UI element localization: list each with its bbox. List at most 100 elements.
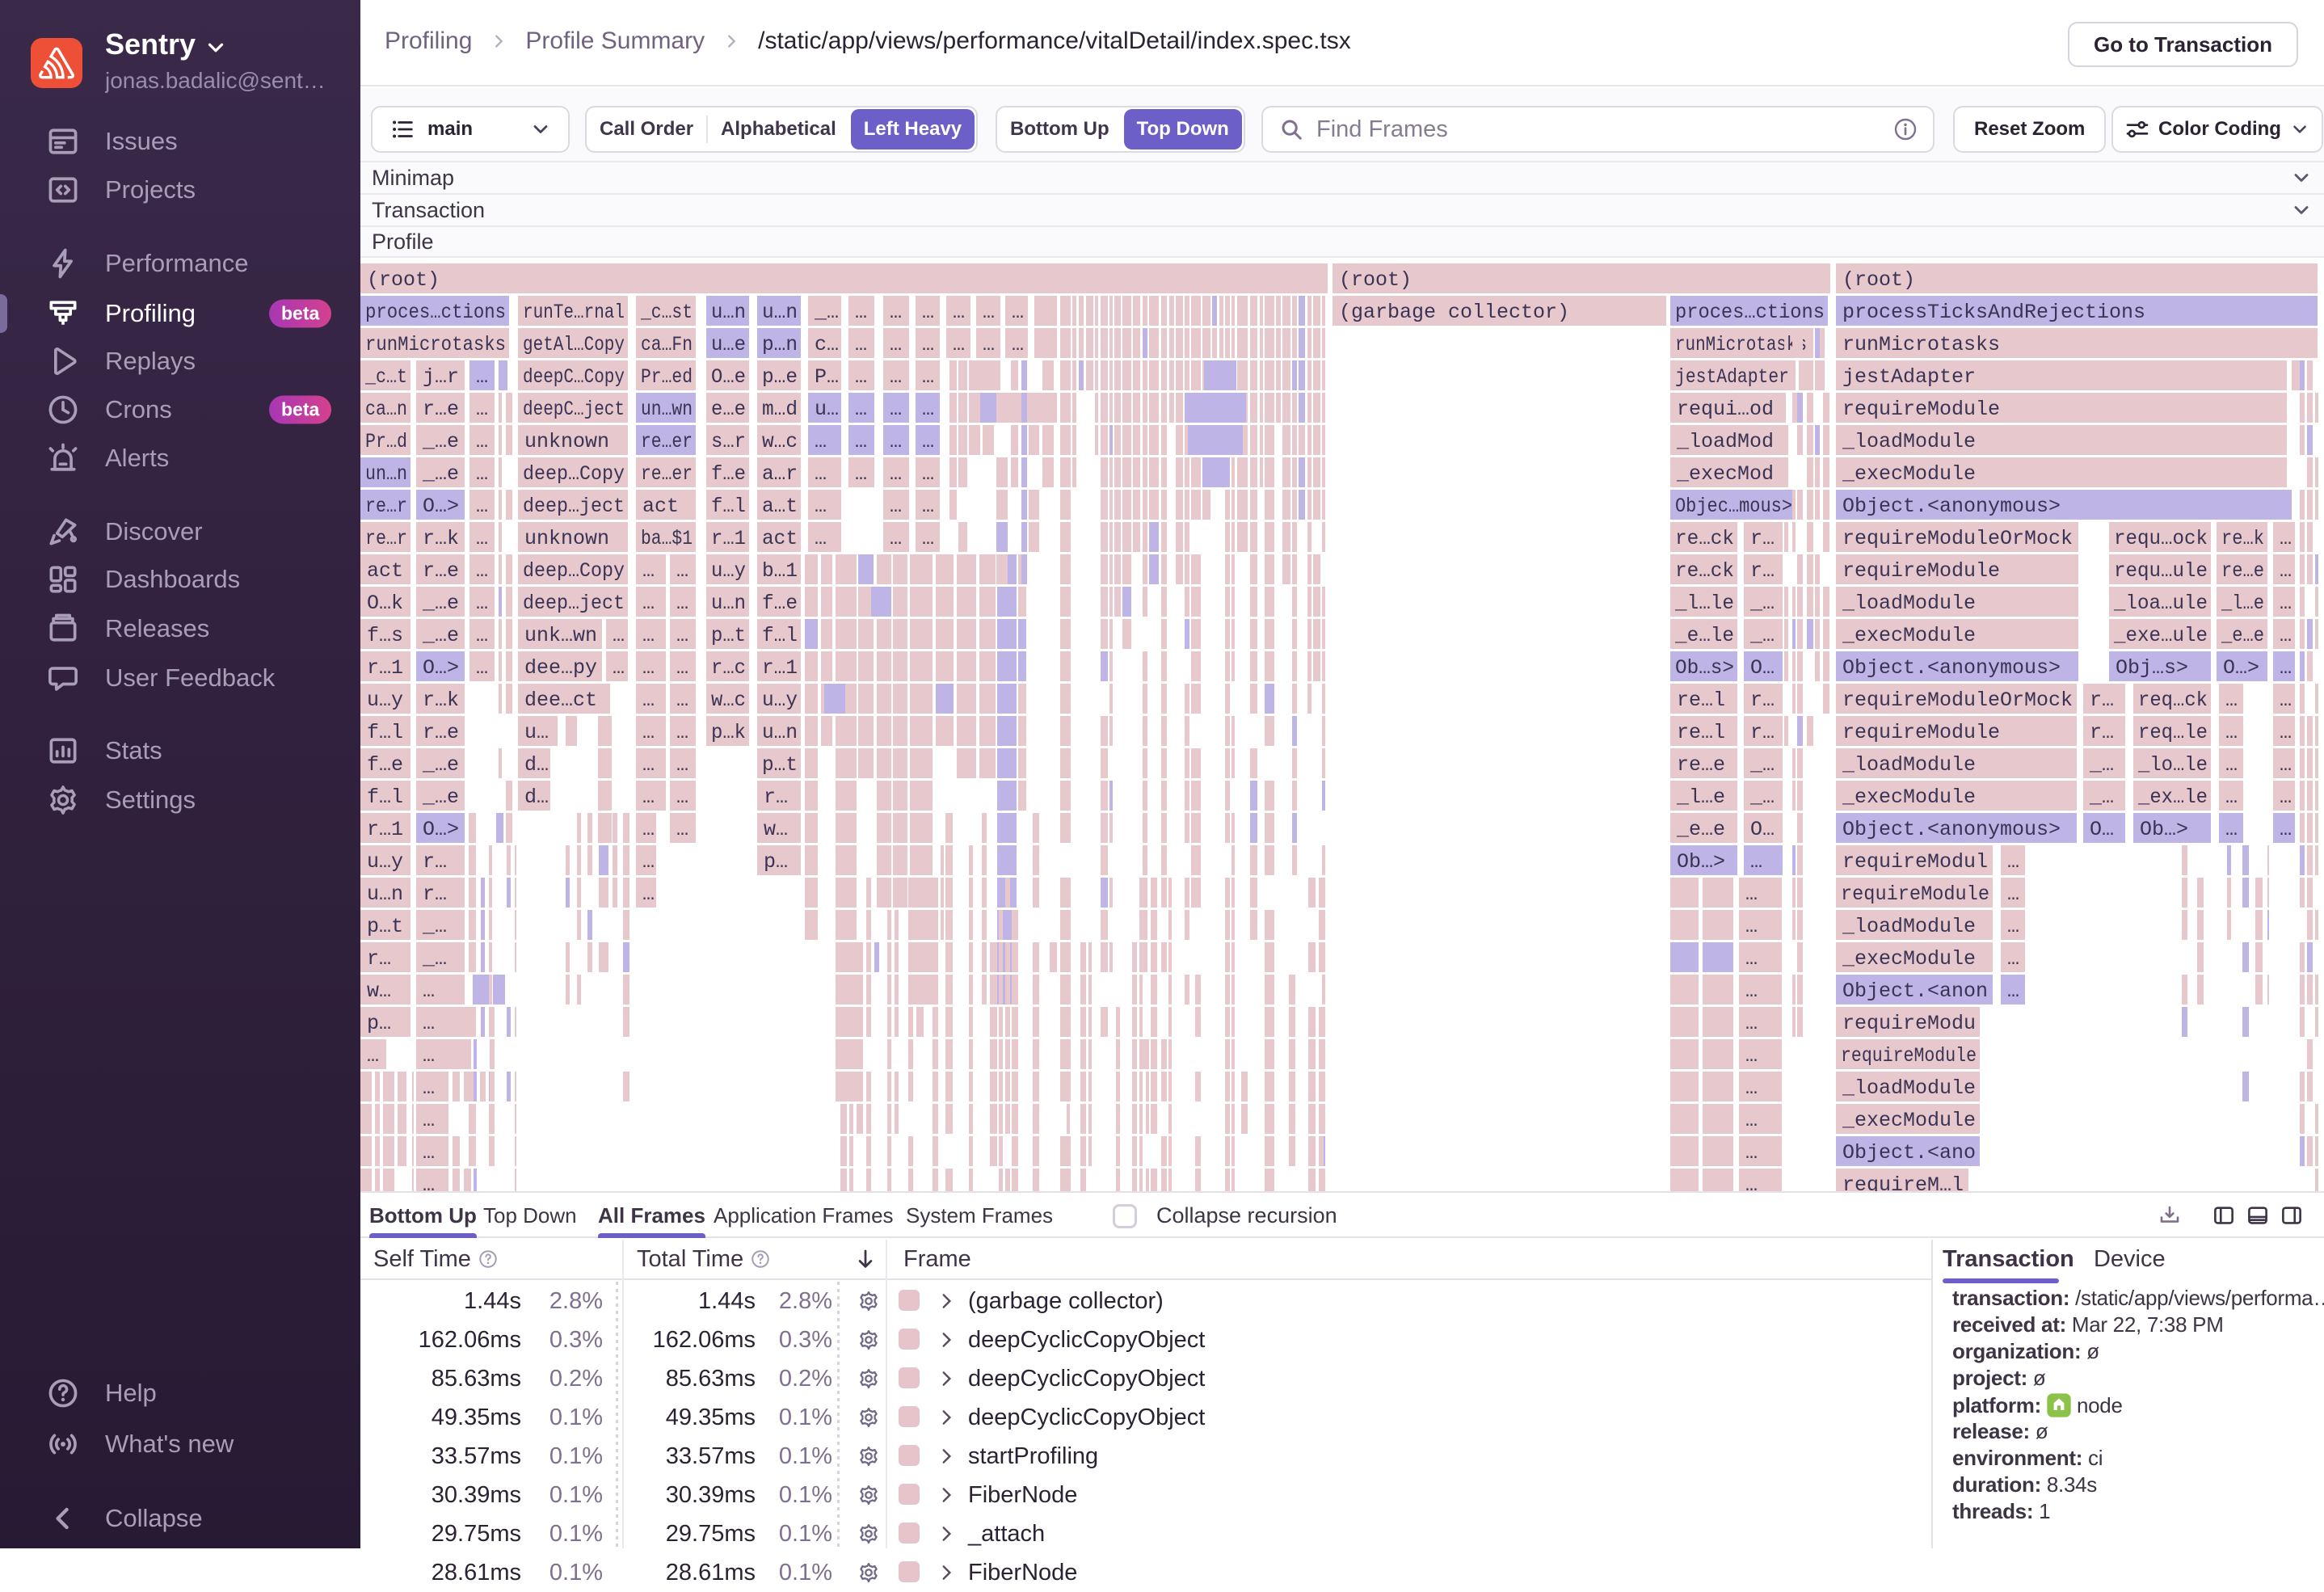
svg-text:_execModule: _execModule xyxy=(1842,462,1976,486)
svg-text:r…: r… xyxy=(1750,689,1775,712)
svg-text:…: … xyxy=(423,1109,435,1132)
svg-text:O…>: O…> xyxy=(423,818,459,841)
svg-text:_loadModule: _loadModule xyxy=(1842,430,1976,453)
svg-text:_execModule: _execModule xyxy=(1842,624,1976,647)
svg-text:…: … xyxy=(476,398,488,421)
svg-text:_…: _… xyxy=(1749,785,1775,809)
svg-text:O…: O… xyxy=(1750,818,1775,841)
svg-text:…: … xyxy=(890,301,902,324)
svg-text:…: … xyxy=(2280,592,2292,615)
svg-text:unknown: unknown xyxy=(524,430,609,453)
svg-text:_…e: _…e xyxy=(422,624,459,647)
svg-text:…: … xyxy=(890,462,902,486)
svg-text:…: … xyxy=(367,1044,379,1068)
svg-text:requireModu: requireModu xyxy=(1842,1012,1976,1035)
svg-text:p…t: p…t xyxy=(711,624,746,647)
svg-text:w…: w… xyxy=(367,979,391,1003)
svg-text:r…: r… xyxy=(2090,689,2114,712)
svg-text:…: … xyxy=(476,592,488,615)
svg-text:…: … xyxy=(676,785,688,809)
svg-text:_…: _… xyxy=(2089,753,2114,777)
svg-text:…: … xyxy=(423,1044,435,1068)
svg-text:_loadModule: _loadModule xyxy=(1842,1076,1976,1100)
svg-text:e…e: e…e xyxy=(711,398,746,421)
svg-text:P…: P… xyxy=(815,365,839,389)
svg-text:…: … xyxy=(1012,301,1024,324)
svg-text:u…n: u…n xyxy=(762,721,798,744)
svg-text:…: … xyxy=(922,430,934,453)
svg-text:_exe…ule: _exe…ule xyxy=(2113,624,2208,647)
svg-text:ba…$1: ba…$1 xyxy=(641,527,693,550)
svg-text:r…1: r…1 xyxy=(711,527,746,550)
svg-text:…: … xyxy=(423,1012,435,1035)
svg-text:req…ck: req…ck xyxy=(2138,689,2208,712)
svg-text:j…r: j…r xyxy=(423,365,459,389)
svg-text:runMicrotasks: runMicrotasks xyxy=(365,333,506,356)
svg-text:…: … xyxy=(476,527,488,550)
svg-text:_…: _… xyxy=(422,947,447,971)
svg-text:f…l: f…l xyxy=(711,495,746,518)
svg-text:…: … xyxy=(1745,1044,1758,1068)
svg-text:f…e: f…e xyxy=(367,753,403,777)
svg-text:r…1: r…1 xyxy=(762,656,798,680)
svg-text:act: act xyxy=(762,527,798,550)
svg-text:…: … xyxy=(2007,882,2019,906)
svg-text:r…e: r…e xyxy=(423,721,459,744)
svg-text:_…: _… xyxy=(1749,592,1775,615)
svg-text:_lo…le: _lo…le xyxy=(2137,753,2208,777)
svg-text:…: … xyxy=(642,785,655,809)
svg-text:…: … xyxy=(2280,624,2292,647)
svg-text:requireModule: requireModule xyxy=(1842,559,2000,583)
svg-text:(garbage collector): (garbage collector) xyxy=(1339,301,1569,324)
svg-text:…: … xyxy=(1745,979,1758,1003)
svg-text:ca…n: ca…n xyxy=(365,398,407,421)
svg-text:…: … xyxy=(855,333,867,356)
svg-text:dee…ct: dee…ct xyxy=(524,689,597,712)
svg-text:deepC…ject: deepC…ject xyxy=(523,398,625,421)
svg-text:s…r: s…r xyxy=(711,430,746,453)
svg-text:f…l: f…l xyxy=(367,721,403,744)
svg-text:p…: p… xyxy=(367,1012,391,1035)
svg-text:r…k: r…k xyxy=(423,527,459,550)
svg-text:re…l: re…l xyxy=(1677,689,1725,712)
svg-text:…: … xyxy=(476,624,488,647)
svg-text:jestAdapter: jestAdapter xyxy=(1842,365,1976,389)
svg-text:r…: r… xyxy=(1750,559,1775,583)
svg-text:…: … xyxy=(953,333,965,356)
svg-text:p…k: p…k xyxy=(711,721,746,744)
svg-text:re…l: re…l xyxy=(1677,721,1725,744)
svg-text:…: … xyxy=(815,430,827,453)
svg-text:f…l: f…l xyxy=(762,624,798,647)
svg-text:requireModuleOrMock: requireModuleOrMock xyxy=(1842,689,2073,712)
svg-text:…: … xyxy=(642,689,655,712)
svg-text:_loadMod: _loadMod xyxy=(1676,430,1774,453)
svg-text:u…n: u…n xyxy=(711,301,746,324)
svg-text:unk…wn: unk…wn xyxy=(524,624,597,647)
svg-text:…: … xyxy=(2280,785,2292,809)
svg-text:…: … xyxy=(613,624,625,647)
svg-text:(root): (root) xyxy=(1339,268,1412,292)
svg-text:requireModul: requireModul xyxy=(1842,850,1988,874)
svg-text:getAl…Copy: getAl…Copy xyxy=(523,333,625,356)
svg-text:re…r: re…r xyxy=(365,495,407,518)
svg-text:r…e: r…e xyxy=(423,398,459,421)
svg-text:…: … xyxy=(423,1141,435,1165)
svg-text:_e…e: _e…e xyxy=(1676,818,1725,841)
svg-text:r…1: r…1 xyxy=(367,656,403,680)
svg-text:re…er: re…er xyxy=(641,430,693,453)
svg-text:…: … xyxy=(476,495,488,518)
svg-text:_l…e: _l…e xyxy=(2221,592,2264,615)
svg-text:…: … xyxy=(2007,850,2019,874)
svg-text:r…: r… xyxy=(423,850,447,874)
svg-text:…: … xyxy=(983,333,995,356)
svg-text:…: … xyxy=(2280,656,2292,680)
svg-text:jestAdapter: jestAdapter xyxy=(1675,365,1789,389)
svg-text:…: … xyxy=(642,624,655,647)
svg-text:…: … xyxy=(922,527,934,550)
svg-text:r…: r… xyxy=(367,947,391,971)
svg-text:…: … xyxy=(922,365,934,389)
svg-text:(root): (root) xyxy=(367,268,440,292)
svg-text:…: … xyxy=(476,656,488,680)
svg-text:…: … xyxy=(1745,947,1758,971)
svg-text:r…: r… xyxy=(423,882,447,906)
